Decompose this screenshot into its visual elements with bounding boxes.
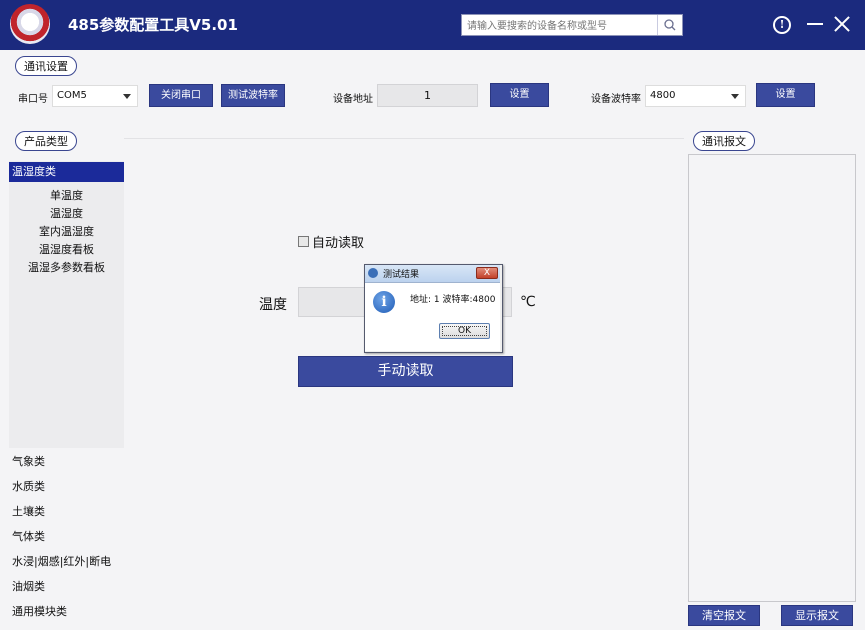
search-box[interactable]	[461, 14, 683, 36]
show-log-button[interactable]: 显示报文	[781, 605, 853, 626]
port-select[interactable]: COM5	[52, 85, 138, 107]
comm-settings-label: 通讯设置	[15, 56, 77, 76]
manual-read-button[interactable]: 手动读取	[298, 356, 513, 387]
ok-button[interactable]: OK	[439, 323, 490, 339]
sidebar-subitem[interactable]: 温湿多参数看板	[9, 259, 124, 277]
chevron-down-icon	[123, 94, 131, 99]
dialog-titlebar: 测试结果 X	[365, 265, 500, 283]
sidebar-subitem[interactable]: 温湿度	[9, 205, 124, 223]
app-icon	[368, 268, 378, 278]
auto-read-label: 自动读取	[312, 236, 365, 251]
temperature-unit: ℃	[520, 294, 536, 310]
sidebar-item-category[interactable]: 土壤类	[12, 502, 45, 522]
auto-read-checkbox[interactable]	[298, 236, 309, 247]
port-value: COM5	[57, 90, 87, 101]
test-result-dialog: 测试结果 X i 地址: 1 波特率:4800 OK	[364, 264, 503, 353]
baud-set-button[interactable]: 设置	[756, 83, 815, 107]
address-field[interactable]: 1	[377, 84, 478, 107]
dialog-title: 测试结果	[383, 270, 420, 280]
sidebar-item-category[interactable]: 气体类	[12, 527, 45, 547]
address-label: 设备地址	[333, 94, 373, 105]
sidebar-subitem[interactable]: 单温度	[9, 187, 124, 205]
app-title: 485参数配置工具V5.01	[68, 16, 238, 34]
baud-label: 设备波特率	[591, 94, 641, 105]
port-label: 串口号	[18, 94, 48, 105]
info-icon[interactable]: !	[773, 16, 791, 34]
search-icon[interactable]	[657, 15, 682, 35]
dialog-close-button[interactable]: X	[476, 267, 498, 279]
sidebar-item-category[interactable]: 通用模块类	[12, 602, 67, 622]
address-set-button[interactable]: 设置	[490, 83, 549, 107]
minimize-icon[interactable]	[805, 13, 827, 35]
search-input[interactable]	[465, 16, 659, 36]
sidebar-item-selected[interactable]: 温湿度类	[9, 162, 124, 182]
sidebar-item-category[interactable]: 油烟类	[12, 577, 45, 597]
test-baud-button[interactable]: 测试波特率	[221, 84, 285, 107]
sidebar-item-category[interactable]: 水质类	[12, 477, 45, 497]
temperature-label: 温度	[259, 297, 287, 313]
logo-icon	[10, 4, 50, 44]
log-textarea[interactable]	[688, 154, 856, 602]
chevron-down-icon	[731, 94, 739, 99]
title-bar: 485参数配置工具V5.01 !	[0, 0, 865, 50]
sidebar-subitem[interactable]: 室内温湿度	[9, 223, 124, 241]
baud-value: 4800	[650, 90, 676, 101]
baud-select[interactable]: 4800	[645, 85, 746, 107]
product-type-label: 产品类型	[15, 131, 77, 151]
sidebar-item-category[interactable]: 水浸|烟感|红外|断电	[12, 552, 111, 572]
information-icon: i	[373, 291, 395, 313]
clear-log-button[interactable]: 清空报文	[688, 605, 760, 626]
sidebar-subitem[interactable]: 温湿度看板	[9, 241, 124, 259]
log-label: 通讯报文	[693, 131, 755, 151]
dialog-body: i 地址: 1 波特率:4800 OK	[365, 283, 500, 351]
sidebar-item-category[interactable]: 气象类	[12, 452, 45, 472]
close-icon[interactable]	[831, 13, 853, 35]
dialog-message: 地址: 1 波特率:4800	[410, 295, 496, 305]
close-port-button[interactable]: 关闭串口	[149, 84, 213, 107]
